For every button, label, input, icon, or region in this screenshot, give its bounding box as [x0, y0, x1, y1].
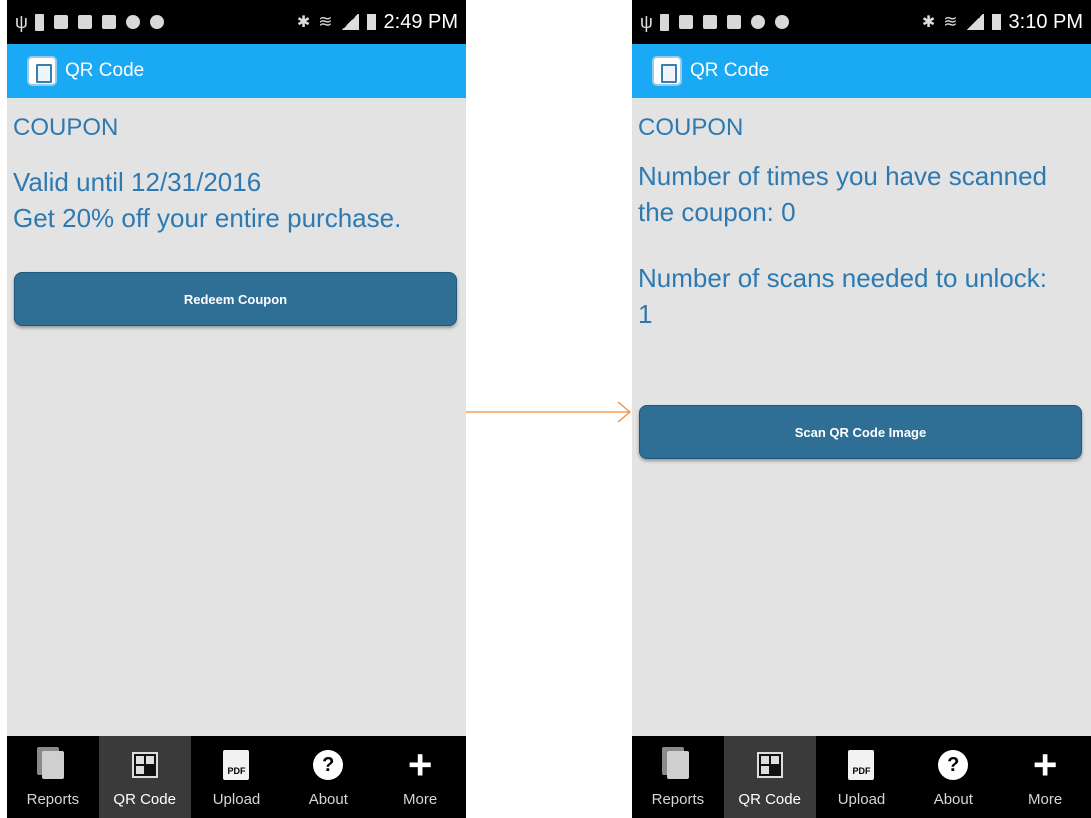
- reports-icon: [41, 751, 64, 779]
- sync-icon: [751, 15, 765, 29]
- status-time: 3:10 PM: [1008, 10, 1083, 33]
- times-scanned-text: Number of times you have scanned: [638, 161, 1047, 191]
- battery-full-icon: [35, 13, 44, 31]
- discount-text: Get 20% off your entire purchase.: [13, 203, 402, 233]
- usb-icon: ψ: [15, 12, 28, 32]
- plus-icon: +: [1032, 741, 1058, 788]
- app-title: QR Code: [65, 60, 145, 81]
- valid-until-text: Valid until 12/31/2016: [13, 167, 262, 197]
- times-scanned-value: the coupon: 0: [638, 197, 796, 227]
- transition-arrow-icon: [466, 401, 631, 423]
- tab-about[interactable]: ? About: [907, 736, 999, 818]
- tab-upload[interactable]: PDF Upload: [191, 736, 283, 818]
- signal-icon: [340, 14, 359, 30]
- coupon-heading: COUPON: [638, 114, 744, 141]
- battery-icon: [366, 14, 376, 30]
- tab-qr-code[interactable]: QR Code: [723, 736, 816, 818]
- tab-label: Upload: [837, 791, 886, 808]
- tab-label: Upload: [212, 791, 261, 808]
- image-icon: [54, 15, 68, 29]
- chat-icon: [775, 15, 789, 29]
- app-logo-icon: [652, 56, 682, 86]
- help-icon: ?: [313, 750, 344, 780]
- pdf-icon: PDF: [848, 750, 875, 780]
- tab-label: Reports: [651, 791, 705, 808]
- coupon-heading: COUPON: [13, 114, 119, 141]
- phone-screen-scan: ψ ✱ ≋ 3:10 PM QR Code COUPON Number of t…: [632, 0, 1091, 818]
- tab-label: More: [1027, 791, 1063, 808]
- scans-needed-value: 1: [638, 299, 653, 329]
- scan-content: COUPON Number of times you have scanned …: [632, 98, 1091, 736]
- image-icon: [679, 15, 693, 29]
- tab-label: About: [308, 791, 348, 808]
- redeem-coupon-button[interactable]: Redeem Coupon: [14, 272, 457, 326]
- video-icon: [78, 15, 92, 29]
- wifi-icon: ≋: [943, 12, 958, 31]
- bottom-tab-bar: Reports QR Code PDF Upload ? About + Mor…: [7, 736, 466, 818]
- scan-qr-code-button[interactable]: Scan QR Code Image: [639, 405, 1082, 459]
- plus-icon: +: [407, 741, 433, 788]
- tab-qr-code[interactable]: QR Code: [98, 736, 191, 818]
- video-icon: [703, 15, 717, 29]
- status-bar: ψ ✱ ≋ 2:49 PM: [7, 0, 466, 44]
- qr-code-icon: [756, 752, 783, 778]
- coupon-content: COUPON Valid until 12/31/2016 Get 20% of…: [7, 98, 466, 736]
- tab-label: Reports: [26, 791, 80, 808]
- scans-needed-text: Number of scans needed to unlock:: [638, 263, 1048, 293]
- pdf-icon: PDF: [223, 750, 250, 780]
- wifi-icon: ≋: [318, 12, 333, 31]
- battery-icon: [991, 14, 1001, 30]
- app-bar: QR Code: [7, 44, 466, 98]
- tab-label: QR Code: [113, 791, 176, 808]
- tab-about[interactable]: ? About: [282, 736, 374, 818]
- qr-code-icon: [131, 752, 158, 778]
- bluetooth-icon: ✱: [921, 14, 936, 31]
- bluetooth-icon: ✱: [296, 14, 311, 31]
- status-time: 2:49 PM: [383, 10, 458, 33]
- usb-icon: ψ: [640, 12, 653, 32]
- phone-screen-coupon: ψ ✱ ≋ 2:49 PM QR Code COUPON Valid until…: [7, 0, 466, 818]
- tab-upload[interactable]: PDF Upload: [816, 736, 908, 818]
- tab-reports[interactable]: Reports: [7, 736, 99, 818]
- tab-reports[interactable]: Reports: [632, 736, 724, 818]
- chat-icon: [150, 15, 164, 29]
- video-icon-2: [102, 15, 116, 29]
- tab-label: QR Code: [738, 791, 801, 808]
- signal-icon: [965, 14, 984, 30]
- tab-label: More: [402, 791, 438, 808]
- sync-icon: [126, 15, 140, 29]
- bottom-tab-bar: Reports QR Code PDF Upload ? About + Mor…: [632, 736, 1091, 818]
- tab-more[interactable]: + More: [374, 736, 466, 818]
- tab-label: About: [933, 791, 973, 808]
- reports-icon: [666, 751, 689, 779]
- help-icon: ?: [938, 750, 969, 780]
- tab-more[interactable]: + More: [999, 736, 1091, 818]
- battery-full-icon: [660, 13, 669, 31]
- app-bar: QR Code: [632, 44, 1091, 98]
- video-icon-2: [727, 15, 741, 29]
- app-logo-icon: [27, 56, 57, 86]
- app-title: QR Code: [690, 60, 770, 81]
- status-bar: ψ ✱ ≋ 3:10 PM: [632, 0, 1091, 44]
